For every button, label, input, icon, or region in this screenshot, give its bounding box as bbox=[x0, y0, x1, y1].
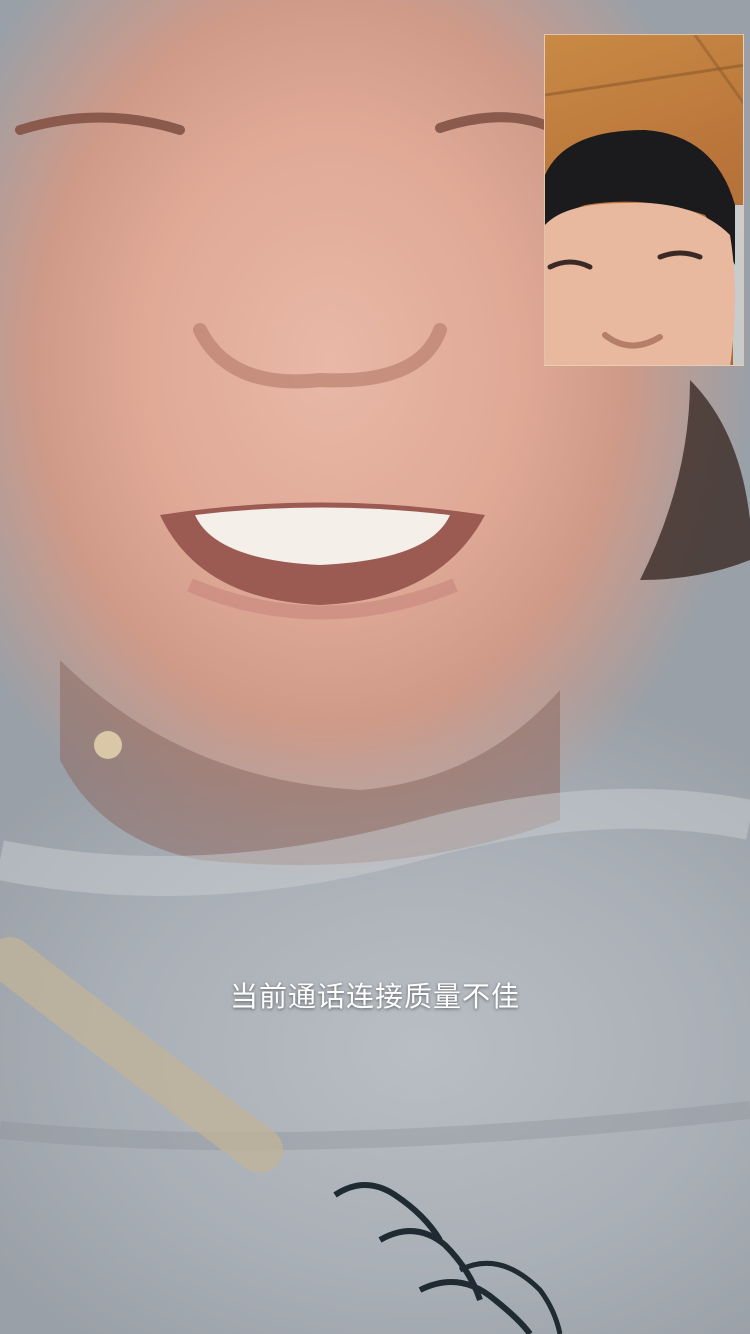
video-call-screen: 当前通话连接质量不佳 bbox=[0, 0, 750, 1334]
local-camera-preview[interactable] bbox=[544, 34, 744, 366]
connection-quality-message: 当前通话连接质量不佳 bbox=[229, 980, 520, 1013]
local-preview-image bbox=[545, 35, 743, 365]
